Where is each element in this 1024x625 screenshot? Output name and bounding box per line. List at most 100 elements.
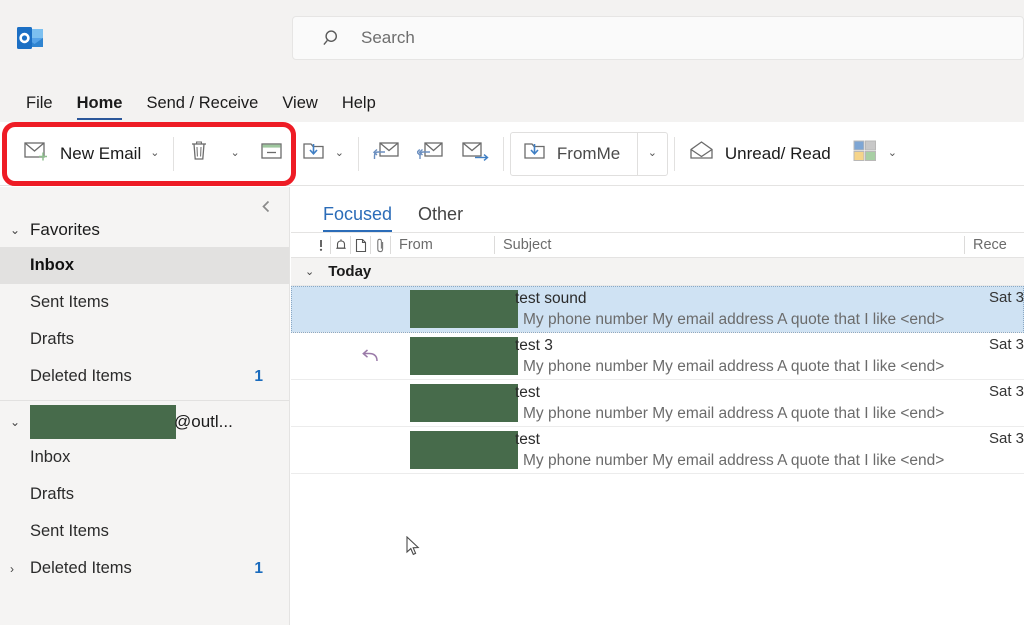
sidebar-item-account-deleted-items[interactable]: › Deleted Items 1 — [0, 550, 289, 587]
tab-home[interactable]: Home — [77, 94, 123, 122]
quick-step-fromme[interactable]: FromMe ⌄ — [510, 132, 668, 176]
reply-icon — [373, 140, 401, 167]
sidebar-item-deleted-items-label: Deleted Items — [30, 367, 254, 386]
move-to-folder-button[interactable]: ⌄ — [294, 133, 352, 175]
categorize-chevron-down-icon[interactable]: ⌄ — [888, 148, 897, 159]
sidebar-item-sent-items-label: Sent Items — [30, 293, 263, 312]
move-to-folder-icon — [302, 140, 326, 167]
folder-pane: ⌄ Favorites Inbox Sent Items Drafts Dele… — [0, 187, 290, 625]
new-email-button[interactable]: New Email ⌄ — [16, 133, 167, 175]
new-email-label: New Email — [60, 144, 141, 164]
sidebar-item-deleted-items[interactable]: Deleted Items 1 — [0, 358, 289, 395]
sidebar-item-account-inbox[interactable]: Inbox — [0, 439, 289, 476]
message-received: Sat 3 — [989, 430, 1024, 447]
unread-read-envelope-icon — [689, 140, 715, 167]
table-row[interactable]: test sound My phone number My email addr… — [291, 286, 1024, 333]
sidebar-item-drafts-label: Drafts — [30, 330, 263, 349]
importance-icon[interactable] — [311, 236, 331, 254]
tab-file-label: File — [26, 94, 53, 112]
message-list-column-headers: From Subject Rece — [291, 232, 1024, 258]
sidebar-item-account-sent-items-label: Sent Items — [30, 522, 263, 541]
quick-step-fromme-body[interactable]: FromMe — [511, 133, 637, 175]
redacted-sender-name — [410, 384, 518, 422]
flag-page-icon[interactable] — [351, 236, 371, 254]
chevron-right-icon[interactable]: › — [10, 562, 26, 576]
reply-button[interactable] — [365, 133, 409, 175]
folder-group-account[interactable]: ⌄ @outl... — [0, 405, 289, 439]
folder-group-account-label: @outl... — [174, 412, 233, 432]
message-subject: test sound — [515, 290, 587, 308]
chevron-down-icon: ⌄ — [10, 223, 26, 237]
categorize-button[interactable]: ⌄ — [845, 133, 905, 175]
message-received: Sat 3 — [989, 289, 1024, 306]
message-list-pane: Focused Other — [291, 187, 1024, 625]
new-email-icon — [24, 140, 50, 167]
ribbon-tabs: File Home Send / Receive View Help — [0, 76, 1024, 122]
reminder-bell-icon[interactable] — [331, 236, 351, 254]
tab-file[interactable]: File — [26, 94, 53, 122]
quick-step-dropdown-button[interactable]: ⌄ — [637, 133, 667, 175]
categorize-grid-icon — [853, 138, 879, 169]
table-row[interactable]: test 3 My phone number My email address … — [291, 333, 1024, 380]
pivot-focused[interactable]: Focused — [323, 204, 392, 232]
title-bar: Search — [0, 0, 1024, 76]
message-subject: test — [515, 431, 540, 449]
table-row[interactable]: test My phone number My email address A … — [291, 380, 1024, 427]
delete-chevron-down-icon[interactable]: ⌄ — [230, 148, 239, 159]
pivot-focused-label: Focused — [323, 204, 392, 224]
message-preview: My phone number My email address A quote… — [523, 311, 944, 329]
separator — [358, 137, 359, 171]
message-group-header-today[interactable]: ⌄ Today — [291, 258, 1024, 286]
move-chevron-down-icon[interactable]: ⌄ — [335, 148, 344, 159]
sidebar-item-inbox[interactable]: Inbox — [0, 247, 289, 284]
message-preview: My phone number My email address A quote… — [523, 452, 944, 470]
separator — [674, 137, 675, 171]
sidebar-item-account-deleted-items-count: 1 — [254, 560, 263, 578]
table-row[interactable]: test My phone number My email address A … — [291, 427, 1024, 474]
tab-view[interactable]: View — [282, 94, 317, 122]
quick-step-fromme-label: FromMe — [557, 144, 620, 164]
message-preview: My phone number My email address A quote… — [523, 358, 944, 376]
search-placeholder: Search — [361, 28, 415, 48]
tab-send-receive-label: Send / Receive — [146, 94, 258, 112]
collapse-pane-button[interactable] — [255, 195, 277, 217]
redacted-account-name — [30, 405, 176, 439]
sidebar-item-sent-items[interactable]: Sent Items — [0, 284, 289, 321]
column-header-from[interactable]: From — [391, 236, 495, 254]
search-input[interactable]: Search — [292, 16, 1024, 60]
sidebar-item-account-sent-items[interactable]: Sent Items — [0, 513, 289, 550]
message-subject: test 3 — [515, 337, 553, 355]
outlook-window: Search File Home Send / Receive View Hel… — [0, 0, 1024, 625]
unread-read-label: Unread/ Read — [725, 144, 831, 164]
tab-help[interactable]: Help — [342, 94, 376, 122]
replied-arrow-icon — [361, 346, 381, 366]
sidebar-item-drafts[interactable]: Drafts — [0, 321, 289, 358]
forward-icon — [461, 140, 489, 167]
tab-send-receive[interactable]: Send / Receive — [146, 94, 258, 122]
trash-icon — [188, 139, 210, 168]
archive-button[interactable] — [252, 133, 292, 175]
pivot-other[interactable]: Other — [418, 204, 463, 232]
inbox-pivots: Focused Other — [291, 187, 1024, 232]
redacted-sender-name — [410, 337, 518, 375]
chevron-down-icon[interactable]: ⌄ — [150, 148, 159, 159]
forward-button[interactable] — [453, 133, 497, 175]
message-group-header-today-label: Today — [328, 263, 371, 280]
tab-help-label: Help — [342, 94, 376, 112]
attachment-paperclip-icon[interactable] — [371, 236, 391, 254]
sidebar-item-account-drafts-label: Drafts — [30, 485, 263, 504]
search-icon — [323, 28, 343, 48]
reply-all-icon — [417, 140, 445, 167]
delete-button[interactable]: ⌄ — [180, 133, 247, 175]
redacted-sender-name — [410, 290, 518, 328]
sidebar-item-deleted-items-count: 1 — [254, 368, 263, 386]
reply-all-button[interactable] — [409, 133, 453, 175]
folder-group-favorites[interactable]: ⌄ Favorites — [0, 213, 289, 247]
sidebar-item-account-drafts[interactable]: Drafts — [0, 476, 289, 513]
unread-read-button[interactable]: Unread/ Read — [681, 133, 839, 175]
message-received: Sat 3 — [989, 336, 1024, 353]
column-header-subject[interactable]: Subject — [495, 236, 965, 254]
redacted-sender-name — [410, 431, 518, 469]
column-header-received[interactable]: Rece — [965, 236, 1007, 254]
move-to-folder-icon — [523, 140, 547, 167]
